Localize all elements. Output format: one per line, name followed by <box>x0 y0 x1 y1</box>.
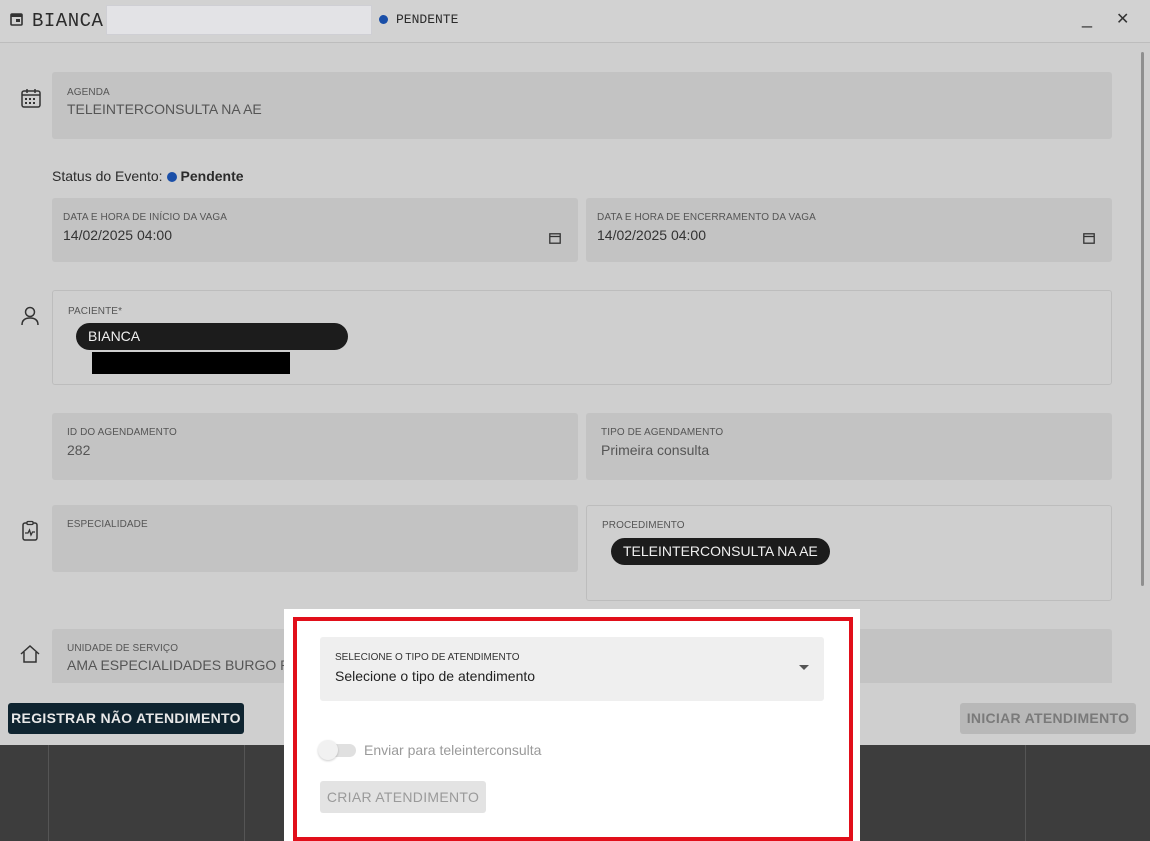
header-status-badge: PENDENTE <box>396 12 459 27</box>
agenda-label: AGENDA <box>67 87 110 98</box>
calendar-picker-icon[interactable] <box>1083 231 1095 244</box>
end-datetime-field[interactable]: DATA E HORA DE ENCERRAMENTO DA VAGA 14/0… <box>586 198 1112 262</box>
event-status: Status do Evento: Pendente <box>52 168 244 184</box>
agenda-value: TELEINTERCONSULTA NA AE <box>67 101 262 117</box>
service-unit-label: UNIDADE DE SERVIÇO <box>67 643 179 654</box>
end-datetime-value: 14/02/2025 04:00 <box>597 227 706 243</box>
specialty-field[interactable]: ESPECIALIDADE <box>52 505 578 572</box>
appointment-id-value: 282 <box>67 442 91 458</box>
start-datetime-label: DATA E HORA DE INÍCIO DA VAGA <box>63 212 228 223</box>
minimize-button[interactable]: _ <box>1082 8 1092 29</box>
dialog-title: BIANCA <box>32 10 104 32</box>
toggle-knob[interactable] <box>318 740 338 760</box>
clipboard-pulse-icon <box>19 520 41 542</box>
appointment-type-value: Primeira consulta <box>601 442 710 458</box>
attendance-type-select[interactable]: SELECIONE O TIPO DE ATENDIMENTO Selecion… <box>320 637 824 701</box>
agenda-field[interactable]: AGENDA TELEINTERCONSULTA NA AE <box>52 72 1112 139</box>
patient-field[interactable]: PACIENTE* BIANCA <box>52 290 1112 385</box>
event-status-value: Pendente <box>180 168 244 184</box>
patient-chip-label: BIANCA <box>88 328 141 344</box>
appointment-type-field[interactable]: TIPO DE AGENDAMENTO Primeira consulta <box>586 413 1112 480</box>
redacted-name <box>92 351 290 374</box>
attendance-type-label: SELECIONE O TIPO DE ATENDIMENTO <box>335 652 520 663</box>
status-dot <box>166 172 177 182</box>
start-attendance-button[interactable]: INICIAR ATENDIMENTO <box>960 703 1136 734</box>
teleinterconsult-toggle-label: Enviar para teleinterconsulta <box>364 742 542 758</box>
end-datetime-label: DATA E HORA DE ENCERRAMENTO DA VAGA <box>597 212 816 223</box>
status-dot <box>379 15 388 24</box>
attendance-type-value: Selecione o tipo de atendimento <box>335 668 536 684</box>
calendar-icon <box>20 87 42 109</box>
start-datetime-value: 14/02/2025 04:00 <box>63 227 172 243</box>
scrollbar[interactable] <box>1141 52 1144 586</box>
calendar-picker-icon[interactable] <box>549 231 561 244</box>
create-attendance-popup: SELECIONE O TIPO DE ATENDIMENTO Selecion… <box>284 609 860 841</box>
register-no-attendance-button[interactable]: REGISTRAR NÃO ATENDIMENTO <box>8 703 244 734</box>
event-icon <box>10 12 23 26</box>
person-icon <box>19 305 41 327</box>
procedure-label: PROCEDIMENTO <box>602 520 685 531</box>
patient-label: PACIENTE* <box>68 306 123 317</box>
start-datetime-field[interactable]: DATA E HORA DE INÍCIO DA VAGA 14/02/2025… <box>52 198 578 262</box>
procedure-chip[interactable]: TELEINTERCONSULTA NA AE <box>611 538 830 565</box>
appointment-id-field[interactable]: ID DO AGENDAMENTO 282 <box>52 413 578 480</box>
procedure-field[interactable]: PROCEDIMENTO TELEINTERCONSULTA NA AE <box>586 505 1112 601</box>
appointment-id-label: ID DO AGENDAMENTO <box>67 427 177 438</box>
home-icon <box>19 643 41 665</box>
event-status-label: Status do Evento: <box>52 168 163 184</box>
service-unit-value: AMA ESPECIALIDADES BURGO PA <box>67 657 298 673</box>
dialog-header: BIANCA PENDENTE _ ✕ <box>0 0 1150 43</box>
appointment-type-label: TIPO DE AGENDAMENTO <box>601 427 724 438</box>
close-button[interactable]: ✕ <box>1116 9 1129 29</box>
patient-chip[interactable]: BIANCA <box>76 323 348 374</box>
create-attendance-button[interactable]: CRIAR ATENDIMENTO <box>320 781 486 813</box>
redacted-name <box>106 5 372 35</box>
dropdown-arrow-icon <box>799 665 809 670</box>
specialty-label: ESPECIALIDADE <box>67 519 148 530</box>
